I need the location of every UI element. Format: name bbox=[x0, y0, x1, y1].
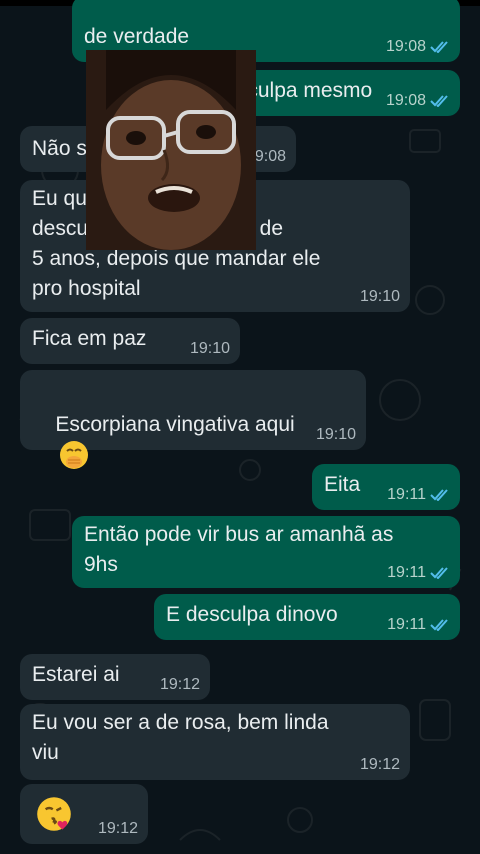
message-time: 19:12 bbox=[97, 820, 138, 837]
message-time: 19:12 bbox=[359, 756, 400, 773]
message-bubble-outgoing[interactable]: E desculpa dinovo 19:11 bbox=[154, 594, 460, 640]
message-text: Eita bbox=[324, 473, 361, 496]
message-text: Fica em paz bbox=[32, 327, 147, 350]
message-text-row: Escorpiana vingativa aqui bbox=[32, 380, 295, 500]
message-bubble-incoming[interactable]: Estarei ai 19:12 bbox=[20, 654, 210, 700]
message-meta: 19:12 bbox=[360, 756, 400, 774]
message-bubble-outgoing[interactable]: Então pode vir bus ar amanhã as 9hs 19:1… bbox=[72, 516, 460, 588]
message-bubble-incoming[interactable]: Escorpiana vingativa aqui 19:10 bbox=[20, 370, 366, 470]
message-meta: 19:08 bbox=[386, 38, 450, 56]
message-bubble-outgoing[interactable]: Eita 19:11 bbox=[312, 464, 460, 510]
message-meta: 19:11 bbox=[387, 616, 450, 634]
message-meta: 19:08 bbox=[386, 92, 450, 110]
hand-over-mouth-emoji-icon bbox=[60, 441, 89, 470]
message-meta: 19:10 bbox=[190, 340, 230, 358]
read-ticks-icon bbox=[430, 619, 448, 631]
read-ticks-icon bbox=[430, 95, 448, 107]
message-time: 19:10 bbox=[189, 340, 230, 357]
message-text: Estarei ai bbox=[32, 663, 120, 686]
message-bubble-incoming[interactable]: Eu vou ser a de rosa, bem linda viu 19:1… bbox=[20, 704, 410, 780]
message-time: 19:08 bbox=[385, 38, 426, 55]
message-meta: 19:10 bbox=[360, 288, 400, 306]
message-time: 19:10 bbox=[315, 426, 356, 443]
message-time: 19:11 bbox=[387, 616, 426, 633]
message-text: Eu vou ser a de rosa, bem linda viu bbox=[32, 711, 329, 764]
message-meta: 19:12 bbox=[98, 820, 138, 838]
message-meta: 19:11 bbox=[387, 564, 450, 582]
message-time: 19:11 bbox=[387, 564, 426, 581]
message-bubble-incoming[interactable]: 19:12 bbox=[20, 784, 148, 844]
message-meta: 19:10 bbox=[316, 426, 356, 444]
message-meta: 19:11 bbox=[387, 486, 450, 504]
message-time: 19:11 bbox=[387, 486, 426, 503]
message-meta: 19:12 bbox=[160, 676, 200, 694]
kissing-emoji-icon bbox=[37, 797, 71, 831]
message-time: 19:10 bbox=[359, 288, 400, 305]
message-text: Então pode vir bus ar amanhã as 9hs bbox=[84, 523, 394, 576]
message-time: 19:08 bbox=[385, 92, 426, 109]
message-time: 19:12 bbox=[159, 676, 200, 693]
read-ticks-icon bbox=[430, 41, 448, 53]
face-overlay-image bbox=[86, 50, 256, 250]
message-bubble-incoming[interactable]: Fica em paz 19:10 bbox=[20, 318, 240, 364]
read-ticks-icon bbox=[430, 489, 448, 501]
message-text: de verdade bbox=[84, 25, 190, 48]
read-ticks-icon bbox=[430, 567, 448, 579]
message-text: Escorpiana vingativa aqui bbox=[55, 413, 295, 436]
message-text: E desculpa dinovo bbox=[166, 603, 338, 626]
